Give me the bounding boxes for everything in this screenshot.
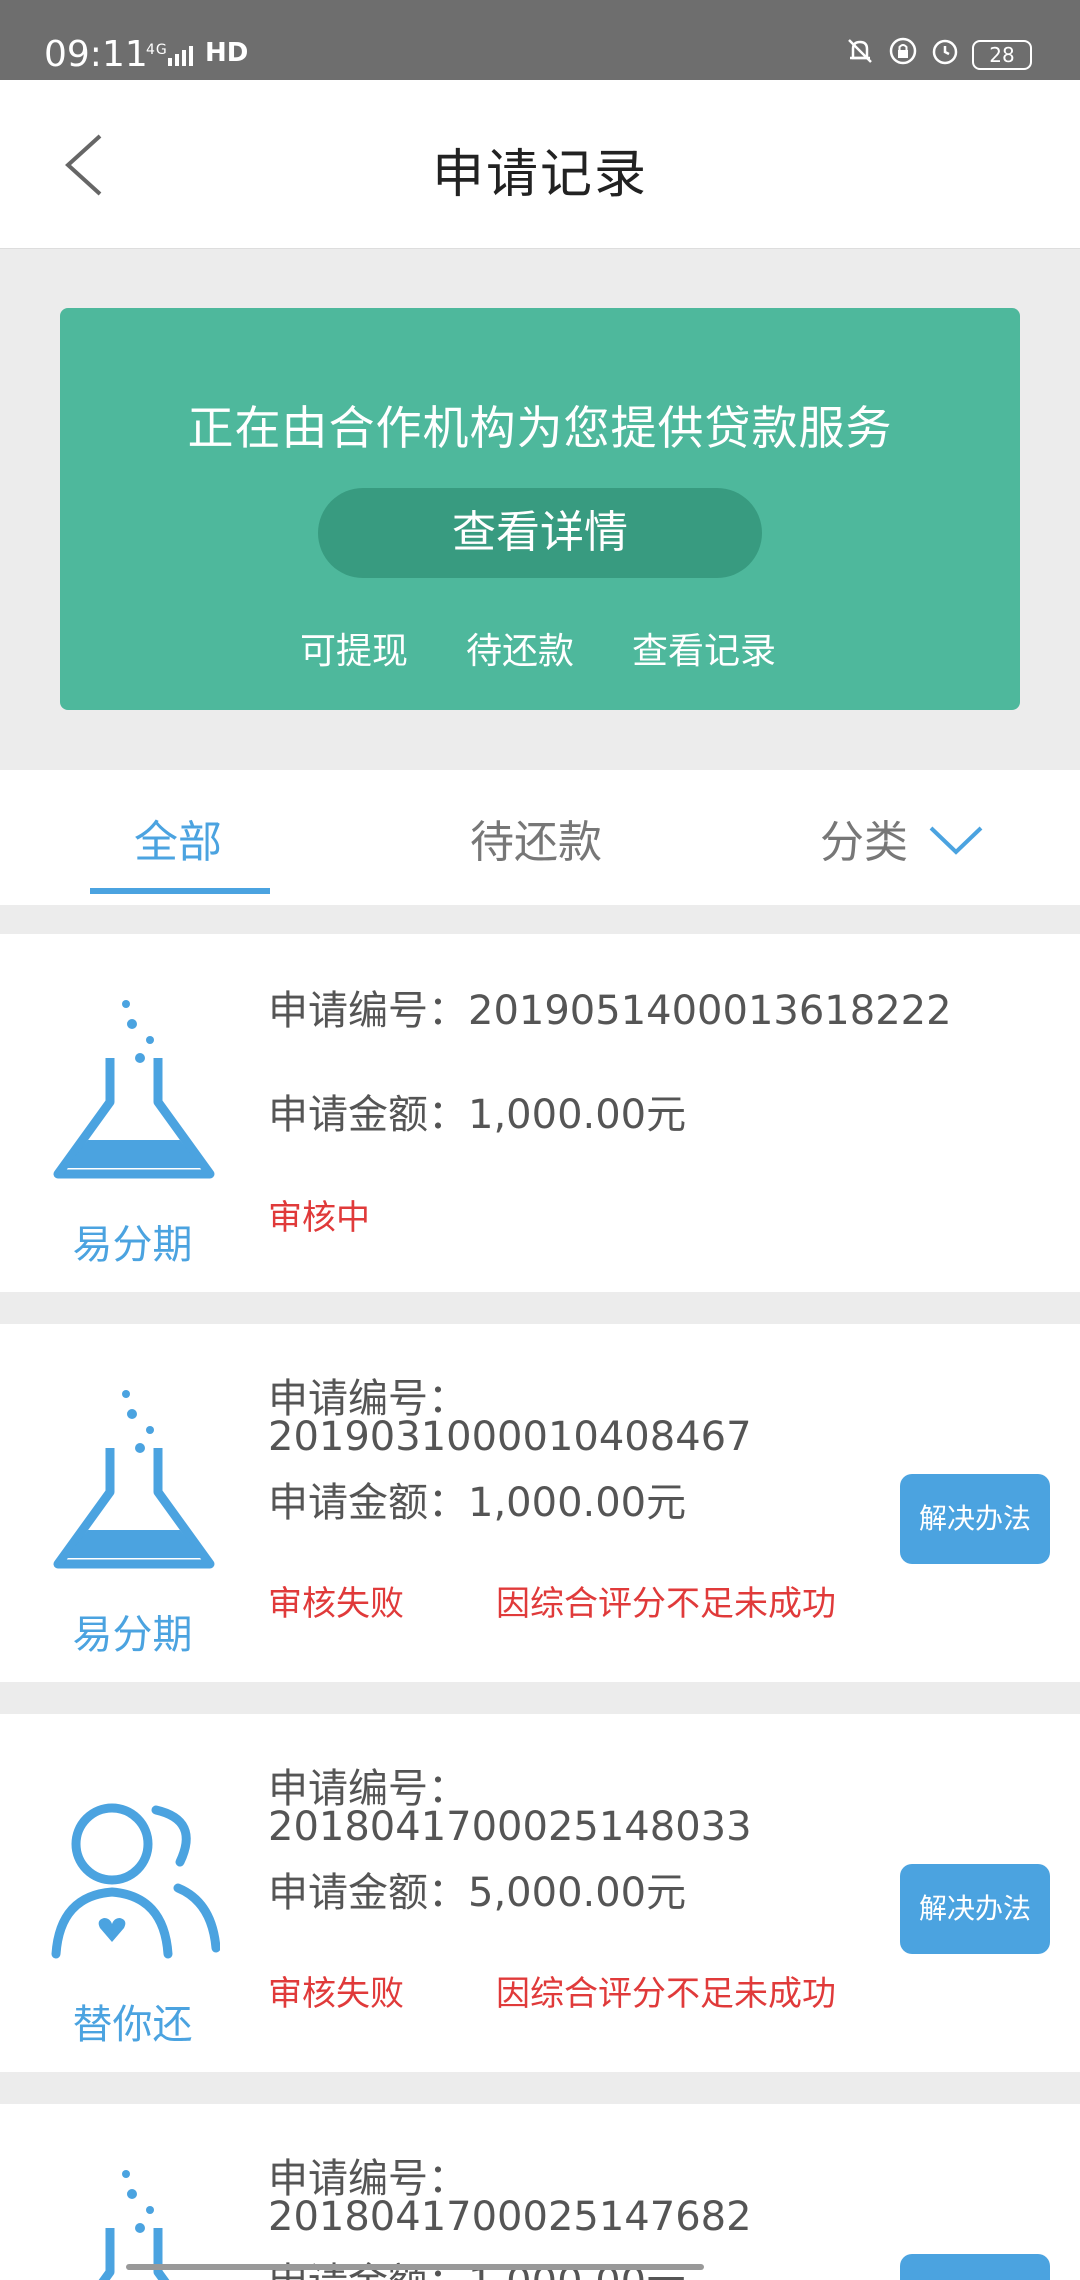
application-amount-label: 申请金额：	[268, 1870, 468, 1916]
application-number: 2018041700025147682	[268, 2194, 752, 2240]
application-amount: 5,000.00元	[468, 1870, 687, 1916]
application-amount: 1,000.00元	[468, 2260, 686, 2280]
record-brand: 易分期	[72, 1612, 193, 1658]
solution-button[interactable]	[900, 2254, 1050, 2280]
view-details-button[interactable]: 查看详情	[318, 488, 762, 578]
withdrawable-link[interactable]: 可提现	[300, 622, 408, 674]
chevron-down-icon[interactable]	[928, 824, 984, 856]
scrollbar[interactable]	[126, 2264, 704, 2270]
status-text: 审核失败	[268, 1974, 404, 2014]
tab-pending[interactable]: 待还款	[470, 806, 602, 870]
pending-repayment-link[interactable]: 待还款	[466, 622, 574, 674]
application-amount: 1,000.00元	[468, 1480, 687, 1526]
people-heart-icon	[51, 1803, 220, 1959]
record-card-1[interactable]: 易分期 申请编号：2019051400013618222 申请金额：1,000.…	[0, 934, 1080, 1292]
application-amount-label: 申请金额：	[268, 2260, 468, 2280]
application-amount: 1,000.00元	[468, 1092, 687, 1138]
solution-button[interactable]: 解决办法	[900, 1474, 1050, 1564]
failure-reason: 因综合评分不足未成功	[496, 1584, 836, 1624]
status-text: 审核失败	[268, 1584, 404, 1624]
status-text: 审核中	[268, 1198, 370, 1238]
signal-icon	[168, 46, 193, 66]
solution-button[interactable]: 解决办法	[900, 1864, 1050, 1954]
record-card-3[interactable]: 替你还 申请编号： 2018041700025148033 申请金额：5,000…	[0, 1714, 1080, 2072]
application-number: 2018041700025148033	[268, 1804, 752, 1850]
application-number: 2019031000010408467	[268, 1414, 752, 1460]
banner-message: 正在由合作机构为您提供贷款服务	[187, 401, 893, 455]
application-number-label: 申请编号：	[268, 988, 468, 1034]
flask-icon	[53, 1390, 215, 1569]
record-card-4[interactable]: 申请编号： 2018041700025147682 申请金额：1,000.00元	[0, 2104, 1080, 2280]
service-banner: 正在由合作机构为您提供贷款服务 查看详情 可提现 待还款 查看记录	[60, 308, 1020, 710]
application-amount-label: 申请金额：	[268, 1480, 468, 1526]
battery-indicator: 28	[972, 40, 1032, 70]
alarm-icon	[932, 39, 958, 65]
application-amount-label: 申请金额：	[268, 1092, 468, 1138]
flask-icon	[98, 2170, 170, 2280]
page-title: 申请记录	[431, 145, 648, 205]
tab-all[interactable]: 全部	[134, 806, 222, 870]
view-records-link[interactable]: 查看记录	[632, 622, 776, 674]
tab-underline	[90, 888, 270, 894]
network-indicator: 4G	[146, 42, 168, 58]
hd-indicator: HD	[205, 38, 249, 68]
record-card-2[interactable]: 易分期 申请编号： 2019031000010408467 申请金额：1,000…	[0, 1324, 1080, 1682]
record-brand: 替你还	[72, 2002, 193, 2048]
record-brand: 易分期	[72, 1222, 193, 1268]
flask-icon	[53, 1000, 215, 1179]
status-time: 09:11	[44, 34, 148, 75]
lock-rotation-icon	[889, 37, 917, 65]
filter-tabs: 全部 待还款 分类	[0, 770, 1080, 905]
failure-reason: 因综合评分不足未成功	[496, 1974, 836, 2014]
bell-off-icon	[848, 39, 872, 63]
tab-category[interactable]: 分类	[820, 806, 908, 870]
status-bar: 09:11 4G HD 28	[0, 0, 1080, 80]
application-number: 2019051400013618222	[468, 988, 952, 1034]
header: 申请记录	[0, 80, 1080, 249]
